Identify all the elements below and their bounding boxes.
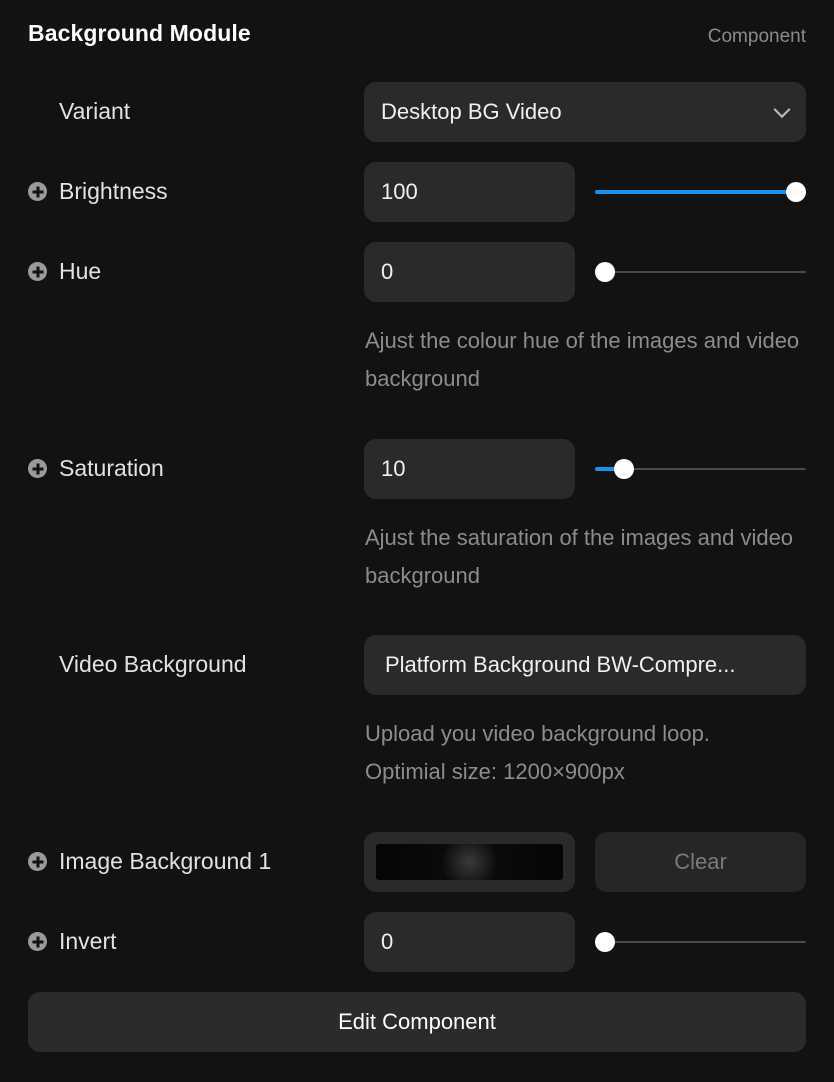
panel-type-label: Component bbox=[707, 26, 806, 47]
invert-input[interactable]: 0 bbox=[364, 912, 575, 972]
video-background-help-line2: Optimial size: 1200×900px bbox=[365, 759, 625, 784]
brightness-value: 100 bbox=[381, 179, 418, 204]
image-background-label: Image Background 1 bbox=[59, 848, 272, 874]
slider-fill bbox=[595, 190, 796, 194]
invert-slider[interactable] bbox=[595, 931, 806, 953]
add-brightness-plus-icon[interactable] bbox=[28, 182, 47, 201]
chevron-down-icon bbox=[773, 101, 791, 119]
brightness-slider[interactable] bbox=[595, 181, 806, 203]
video-background-label: Video Background bbox=[59, 651, 247, 677]
clear-image-button[interactable]: Clear bbox=[595, 832, 806, 892]
video-background-file-picker[interactable]: Platform Background BW-Compre... bbox=[364, 635, 806, 695]
invert-label: Invert bbox=[59, 928, 117, 954]
video-file-name: Platform Background BW-Compre... bbox=[385, 652, 736, 677]
image-background-picker[interactable] bbox=[364, 832, 575, 892]
panel-title: Background Module bbox=[28, 20, 251, 46]
saturation-input[interactable]: 10 bbox=[364, 439, 575, 499]
image-background-thumbnail bbox=[376, 844, 563, 880]
brightness-input[interactable]: 100 bbox=[364, 162, 575, 222]
saturation-slider[interactable] bbox=[595, 458, 806, 480]
add-saturation-plus-icon[interactable] bbox=[28, 459, 47, 478]
slider-track bbox=[595, 941, 806, 943]
brightness-label: Brightness bbox=[59, 178, 168, 204]
hue-input[interactable]: 0 bbox=[364, 242, 575, 302]
slider-thumb[interactable] bbox=[614, 459, 635, 479]
slider-thumb[interactable] bbox=[595, 262, 615, 282]
invert-value: 0 bbox=[381, 929, 394, 954]
hue-value: 0 bbox=[381, 259, 394, 284]
add-invert-plus-icon[interactable] bbox=[28, 932, 47, 951]
slider-thumb[interactable] bbox=[786, 182, 806, 202]
add-hue-plus-icon[interactable] bbox=[28, 262, 47, 281]
add-image-background-plus-icon[interactable] bbox=[28, 852, 47, 871]
saturation-help-text: Ajust the saturation of the images and v… bbox=[365, 525, 794, 588]
slider-track bbox=[595, 271, 806, 273]
variant-value: Desktop BG Video bbox=[381, 99, 562, 124]
saturation-value: 10 bbox=[381, 456, 406, 481]
hue-label: Hue bbox=[59, 258, 102, 284]
edit-component-button[interactable]: Edit Component bbox=[28, 992, 806, 1052]
slider-thumb[interactable] bbox=[595, 932, 615, 952]
video-background-help-line1: Upload you video background loop. bbox=[365, 721, 710, 746]
hue-help-text: Ajust the colour hue of the images and v… bbox=[365, 328, 800, 391]
variant-label: Variant bbox=[59, 98, 131, 124]
variant-select[interactable]: Desktop BG Video bbox=[364, 82, 806, 142]
hue-slider[interactable] bbox=[595, 261, 806, 283]
saturation-label: Saturation bbox=[59, 455, 164, 481]
